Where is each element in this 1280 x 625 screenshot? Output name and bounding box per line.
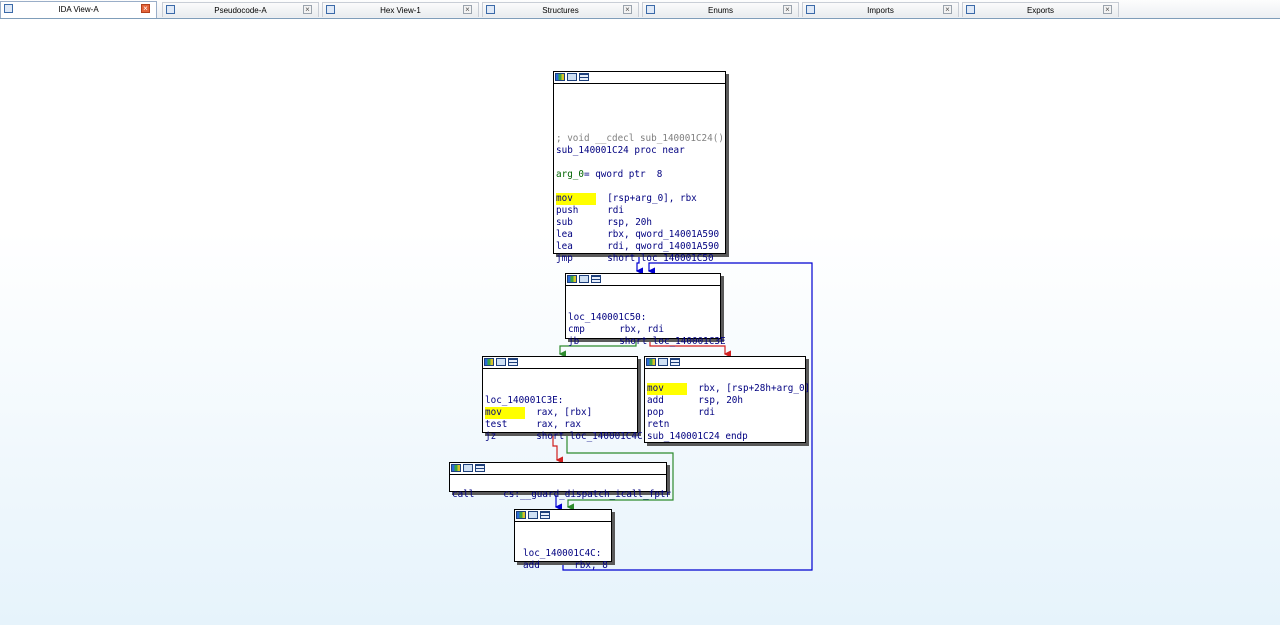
- instr-mnemonic[interactable]: lea: [556, 241, 596, 253]
- instr-mnemonic[interactable]: jb: [568, 336, 608, 348]
- graph-node-loc-140001c50[interactable]: loc_140001C50: cmp rbx, rdi jb short loc_1…: [565, 273, 726, 347]
- instr-mnemonic[interactable]: jmp: [556, 253, 596, 265]
- instr-mnemonic[interactable]: cmp: [568, 324, 608, 336]
- endp-declaration[interactable]: sub_140001C24 endp: [647, 431, 805, 443]
- instr-operand[interactable]: short loc_140001C3E: [619, 336, 725, 347]
- node-header: [566, 274, 720, 286]
- instr-operand[interactable]: rbx, 8: [574, 560, 608, 571]
- instr-mnemonic[interactable]: mov: [647, 383, 687, 395]
- node-graph-icon[interactable]: [567, 73, 577, 81]
- instr-mnemonic[interactable]: retn: [647, 419, 687, 431]
- block-label[interactable]: loc_140001C4C:: [523, 548, 611, 560]
- node-header: [515, 510, 611, 522]
- node-color-icon[interactable]: [484, 358, 494, 366]
- instr-operand[interactable]: rdi: [607, 205, 624, 216]
- instr-mnemonic[interactable]: call: [452, 489, 492, 501]
- graph-node-guard-call[interactable]: call cs:__guard_dispatch_icall_fptr: [449, 462, 671, 500]
- node-text-icon[interactable]: [475, 464, 485, 472]
- arg-name[interactable]: arg_0: [556, 169, 584, 180]
- instr-operand[interactable]: short loc_140001C50: [607, 253, 713, 264]
- node-text-icon[interactable]: [508, 358, 518, 366]
- node-graph-icon[interactable]: [528, 511, 538, 519]
- instr-operand[interactable]: short loc_140001C4C: [536, 431, 642, 442]
- node-color-icon[interactable]: [567, 275, 577, 283]
- instr-mnemonic[interactable]: mov: [485, 407, 525, 419]
- proc-declaration[interactable]: sub_140001C24 proc near: [556, 145, 725, 157]
- instr-operand[interactable]: [rsp+arg_0], rbx: [607, 193, 697, 204]
- node-text-icon[interactable]: [591, 275, 601, 283]
- node-text-icon[interactable]: [540, 511, 550, 519]
- instr-mnemonic[interactable]: push: [556, 205, 596, 217]
- node-color-icon[interactable]: [516, 511, 526, 519]
- instr-mnemonic[interactable]: add: [647, 395, 687, 407]
- instr-operand[interactable]: rax, rax: [536, 419, 581, 430]
- node-header: [645, 357, 805, 369]
- instr-operand[interactable]: rbx, [rsp+28h+arg_0]: [698, 383, 810, 394]
- instr-operand[interactable]: rsp, 20h: [698, 395, 743, 406]
- graph-node-function-exit[interactable]: mov rbx, [rsp+28h+arg_0] add rsp, 20h pop …: [644, 356, 810, 443]
- node-color-icon[interactable]: [451, 464, 461, 472]
- node-header: [554, 72, 725, 84]
- graph-node-sub-140001c24[interactable]: ; void __cdecl sub_140001C24() sub_140001…: [553, 71, 726, 264]
- node-graph-icon[interactable]: [463, 464, 473, 472]
- block-label[interactable]: loc_140001C3E:: [485, 395, 637, 407]
- node-color-icon[interactable]: [555, 73, 565, 81]
- instr-operand[interactable]: cs:__guard_dispatch_icall_fptr: [503, 489, 671, 500]
- instr-operand[interactable]: rax, [rbx]: [536, 407, 592, 418]
- instr-mnemonic[interactable]: mov: [556, 193, 596, 205]
- node-text-icon[interactable]: [670, 358, 680, 366]
- instr-operand[interactable]: rbx, rdi: [619, 324, 664, 335]
- instr-mnemonic[interactable]: pop: [647, 407, 687, 419]
- node-graph-icon[interactable]: [496, 358, 506, 366]
- instr-operand[interactable]: rsp, 20h: [607, 217, 652, 228]
- instr-mnemonic[interactable]: lea: [556, 229, 596, 241]
- instr-operand[interactable]: rbx, qword_14001A590: [607, 229, 719, 240]
- instr-operand[interactable]: rdi, qword_14001A590: [607, 241, 719, 252]
- node-graph-icon[interactable]: [579, 275, 589, 283]
- instr-mnemonic[interactable]: jz: [485, 431, 525, 443]
- node-text-icon[interactable]: [579, 73, 589, 81]
- instr-mnemonic[interactable]: test: [485, 419, 525, 431]
- graph-node-loc-140001c4c[interactable]: loc_140001C4C: add rbx, 8: [514, 509, 612, 571]
- block-label[interactable]: loc_140001C50:: [568, 312, 720, 324]
- instr-mnemonic[interactable]: sub: [556, 217, 596, 229]
- node-color-icon[interactable]: [646, 358, 656, 366]
- node-header: [483, 357, 637, 369]
- arg-definition: = qword ptr 8: [584, 169, 663, 180]
- instr-mnemonic[interactable]: add: [523, 560, 563, 572]
- node-graph-icon[interactable]: [658, 358, 668, 366]
- function-comment: ; void __cdecl sub_140001C24(): [556, 133, 724, 144]
- node-header: [450, 463, 666, 475]
- graph-node-loc-140001c3e[interactable]: loc_140001C3E: mov rax, [rbx] test rax, ra…: [482, 356, 643, 442]
- instr-operand[interactable]: rdi: [698, 407, 715, 418]
